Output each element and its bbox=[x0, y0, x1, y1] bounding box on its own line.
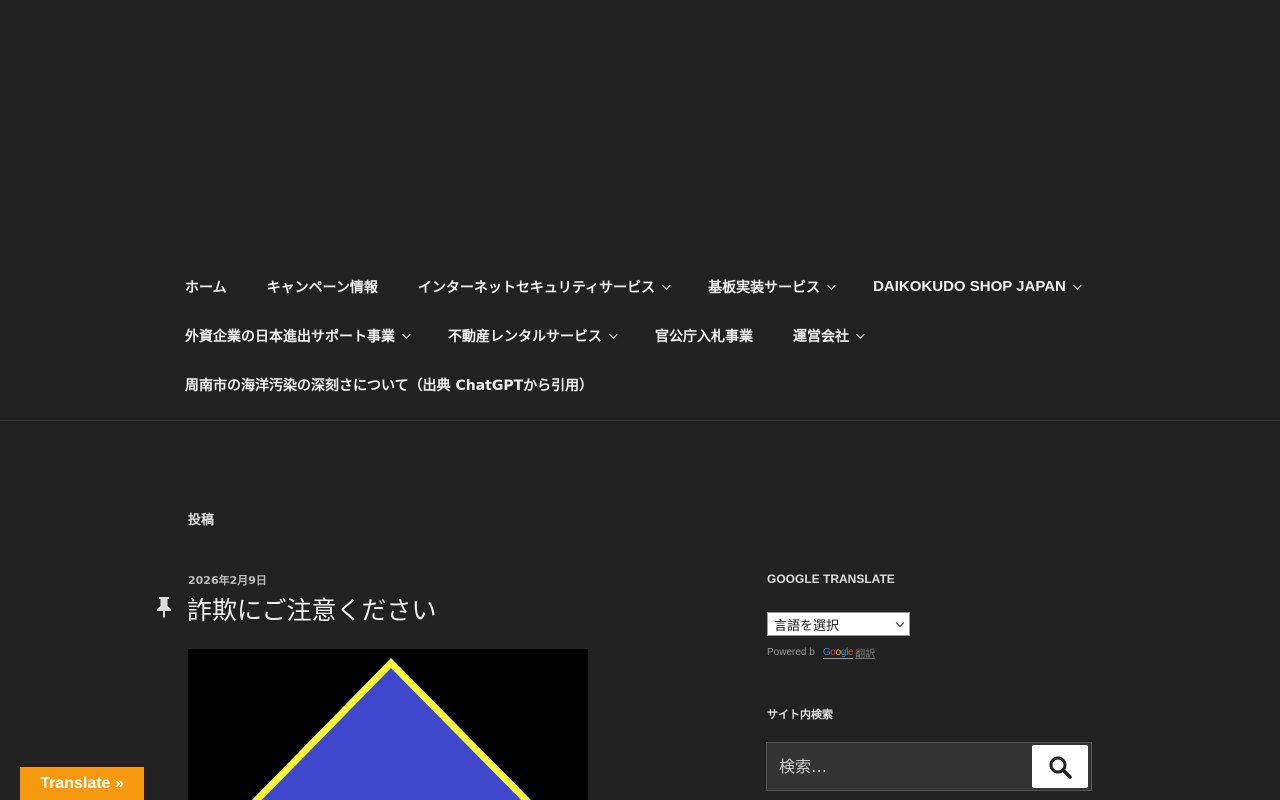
nav-item-campaign[interactable]: キャンペーン情報 bbox=[267, 277, 378, 297]
nav-item-label: DAIKOKUDO SHOP JAPAN bbox=[873, 278, 1066, 295]
powered-by-text: Powered b bbox=[767, 647, 815, 658]
nav-item-company[interactable]: 運営会社 bbox=[793, 326, 865, 346]
chevron-down-icon bbox=[662, 280, 671, 290]
nav-item-label: 不動産レンタルサービス bbox=[448, 328, 602, 345]
search-icon bbox=[1049, 756, 1072, 779]
chevron-down-icon bbox=[609, 329, 618, 339]
nav-row-3: 周南市の海洋汚染の深刻さについて（出典 ChatGPTから引用） bbox=[185, 360, 1125, 409]
translate-button[interactable]: Translate » bbox=[20, 767, 144, 800]
chevron-down-icon bbox=[402, 329, 411, 339]
chevron-down-icon bbox=[856, 329, 865, 339]
nav-item-government-bidding[interactable]: 官公庁入札事業 bbox=[655, 326, 753, 346]
google-logo: Google bbox=[822, 646, 854, 659]
nav-item-label: ホーム bbox=[185, 279, 227, 296]
nav-item-daikokudo-shop[interactable]: DAIKOKUDO SHOP JAPAN bbox=[873, 278, 1082, 295]
post-date[interactable]: 2026年2月9日 bbox=[188, 572, 267, 588]
language-select[interactable]: 言語を選択 bbox=[767, 612, 910, 636]
nav-item-marine-pollution[interactable]: 周南市の海洋汚染の深刻さについて（出典 ChatGPTから引用） bbox=[185, 375, 593, 395]
nav-item-internet-security[interactable]: インターネットセキュリティサービス bbox=[417, 277, 671, 297]
post-title[interactable]: 詐欺にご注意ください bbox=[187, 591, 437, 627]
header-divider bbox=[0, 420, 1280, 421]
pin-icon bbox=[157, 597, 171, 618]
nav-item-label: 基板実装サービス bbox=[708, 279, 821, 296]
chevron-down-icon bbox=[1073, 280, 1082, 290]
search-form: 検索… bbox=[766, 742, 1092, 791]
nav-item-home[interactable]: ホーム bbox=[185, 277, 227, 297]
chevron-down-icon bbox=[895, 618, 905, 628]
search-button[interactable] bbox=[1032, 745, 1088, 788]
nav-item-foreign-support[interactable]: 外資企業の日本進出サポート事業 bbox=[185, 326, 411, 346]
main-navigation: ホーム キャンペーン情報 インターネットセキュリティサービス 基板実装サービス … bbox=[185, 262, 1125, 409]
post-image-graphic bbox=[188, 649, 588, 800]
chevron-down-icon bbox=[827, 280, 836, 290]
nav-item-label: 外資企業の日本進出サポート事業 bbox=[185, 328, 395, 345]
search-input[interactable]: 検索… bbox=[779, 743, 827, 790]
language-select-value: 言語を選択 bbox=[774, 618, 840, 634]
nav-row-1: ホーム キャンペーン情報 インターネットセキュリティサービス 基板実装サービス … bbox=[185, 262, 1125, 311]
nav-item-label: キャンペーン情報 bbox=[266, 279, 378, 296]
section-label: 投稿 bbox=[188, 513, 215, 528]
post-image[interactable] bbox=[188, 649, 588, 800]
nav-item-label: インターネットセキュリティサービス bbox=[417, 279, 656, 296]
nav-item-pcb-mounting[interactable]: 基板実装サービス bbox=[708, 277, 836, 297]
nav-item-label: 運営会社 bbox=[793, 328, 849, 345]
google-translate-title: GOOGLE TRANSLATE bbox=[767, 572, 895, 586]
nav-item-label: 周南市の海洋汚染の深刻さについて（出典 ChatGPTから引用） bbox=[185, 377, 594, 394]
nav-item-label: 官公庁入札事業 bbox=[655, 328, 753, 345]
site-search-title: サイト内検索 bbox=[767, 708, 833, 721]
nav-row-2: 外資企業の日本進出サポート事業 不動産レンタルサービス 官公庁入札事業 運営会社 bbox=[185, 311, 1125, 360]
powered-by-google: Powered b Google 翻訳 bbox=[767, 645, 875, 661]
translate-link[interactable]: 翻訳 bbox=[855, 645, 875, 660]
page: ホーム キャンペーン情報 インターネットセキュリティサービス 基板実装サービス … bbox=[0, 0, 1280, 800]
nav-item-real-estate[interactable]: 不動産レンタルサービス bbox=[448, 326, 618, 346]
